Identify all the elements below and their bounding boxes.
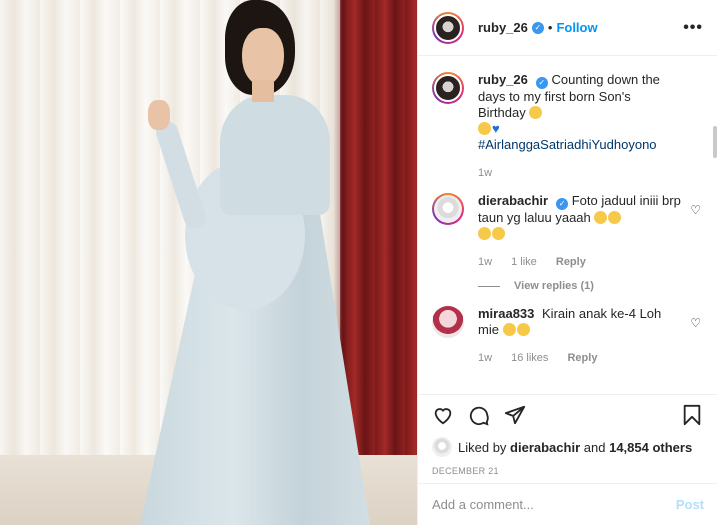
post-header: ruby_26 ✓ • Follow ••• <box>418 0 717 56</box>
more-icon[interactable]: ••• <box>683 19 703 37</box>
comments-list[interactable]: ruby_26 ✓ Counting down the days to my fi… <box>418 56 717 394</box>
likes-and: and <box>583 439 606 455</box>
verified-icon: ✓ <box>556 198 569 210</box>
dress-top <box>220 95 330 215</box>
heart-icon[interactable]: ♡ <box>690 316 701 330</box>
caption-hashtag[interactable]: #AirlanggaSatriadhiYudhoyono <box>478 137 681 153</box>
face-emoji-icon <box>529 106 543 119</box>
neck <box>252 80 274 102</box>
scrollbar[interactable] <box>713 126 717 158</box>
instagram-post: ruby_26 ✓ • Follow ••• ruby_26 ✓ Counting… <box>0 0 717 525</box>
post-photo[interactable] <box>0 0 417 525</box>
woman-figure <box>130 0 370 525</box>
comment-icon[interactable] <box>468 404 490 426</box>
post-comment-button[interactable]: Post <box>676 497 704 512</box>
caption-username[interactable]: ruby_26 <box>478 72 528 87</box>
raised-hand <box>148 100 170 130</box>
laugh-emoji-icon <box>608 211 622 224</box>
caption-avatar[interactable] <box>432 72 464 104</box>
verified-icon: ✓ <box>531 21 544 34</box>
laugh-emoji-icon <box>492 227 505 240</box>
smile-emoji-icon <box>502 323 516 336</box>
heart-icon[interactable] <box>432 404 454 426</box>
laugh-emoji-icon <box>594 211 608 224</box>
likes-prefix: Liked by <box>458 439 507 455</box>
likes-count[interactable]: 14,854 others <box>609 440 692 455</box>
heart-icon[interactable]: ♡ <box>690 203 701 217</box>
commenter-avatar[interactable] <box>432 306 464 338</box>
action-bar: Liked by dierabachir and 14,854 others <box>418 394 717 457</box>
comment-input[interactable] <box>432 497 676 512</box>
share-icon[interactable] <box>504 404 526 426</box>
likes-summary[interactable]: Liked by dierabachir and 14,854 others <box>432 437 703 457</box>
comment-time[interactable]: 1w <box>478 256 492 268</box>
face <box>242 28 284 86</box>
comment: dierabachir ✓ Foto jaduul iniii brp taun … <box>432 193 703 270</box>
author-username[interactable]: ruby_26 <box>478 20 528 35</box>
reply-button[interactable]: Reply <box>567 352 597 364</box>
post-side-panel: ruby_26 ✓ • Follow ••• ruby_26 ✓ Counting… <box>417 0 717 525</box>
post-date[interactable]: DECEMBER 21 <box>418 466 717 476</box>
liker-avatar <box>432 437 452 457</box>
comment: miraa833 Kirain anak ke-4 Loh mie 1w 16 … <box>432 306 703 366</box>
blue-heart-emoji-icon: ♥ <box>492 121 500 136</box>
author-avatar[interactable] <box>432 11 464 44</box>
laugh-emoji-icon <box>478 227 491 240</box>
bookmark-icon[interactable] <box>681 404 703 426</box>
comment-username[interactable]: miraa833 <box>478 306 534 321</box>
comment-likes[interactable]: 16 likes <box>511 352 548 364</box>
caption-time[interactable]: 1w <box>478 167 492 179</box>
add-comment-bar: Post <box>418 483 717 525</box>
verified-icon: ✓ <box>535 77 548 89</box>
comment-username[interactable]: dierabachir <box>478 193 548 208</box>
smile-emoji-icon <box>516 323 530 336</box>
divider-line <box>478 285 500 287</box>
liker-username[interactable]: dierabachir <box>510 440 580 455</box>
comment-time[interactable]: 1w <box>478 352 492 364</box>
separator-dot: • <box>547 20 553 35</box>
follow-button[interactable]: Follow <box>556 20 597 35</box>
raised-arm <box>153 119 209 231</box>
commenter-avatar[interactable] <box>432 193 464 225</box>
caption: ruby_26 ✓ Counting down the days to my fi… <box>432 72 703 181</box>
comment-likes[interactable]: 1 like <box>511 256 537 268</box>
smile-emoji-icon <box>478 122 491 135</box>
view-replies-button[interactable]: View replies (1) <box>478 280 703 292</box>
reply-button[interactable]: Reply <box>556 256 586 268</box>
view-replies-label: View replies (1) <box>514 280 594 292</box>
